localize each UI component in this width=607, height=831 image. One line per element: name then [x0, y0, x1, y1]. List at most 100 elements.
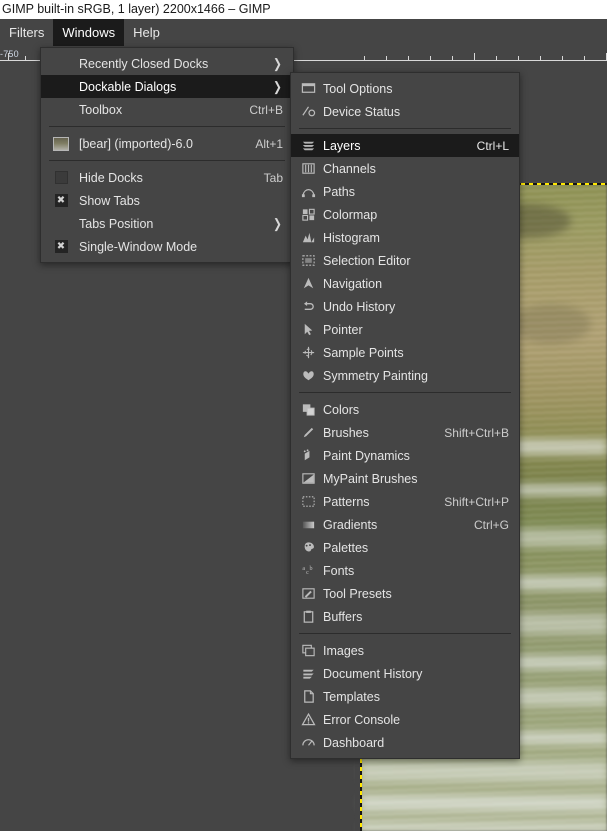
menu-item-palettes[interactable]: Palettes	[291, 536, 519, 559]
menu-item-pointer[interactable]: Pointer	[291, 318, 519, 341]
menu-item-shortcut: Ctrl+G	[474, 518, 509, 532]
dockable-dialogs-menu[interactable]: Tool Options Device Status LayersCtrl+LCha…	[290, 72, 520, 759]
submenu-arrow-icon: ❯	[273, 80, 282, 93]
windows-menu[interactable]: Recently Closed Docks❯Dockable Dialogs❯T…	[40, 47, 294, 263]
menu-item-label: Error Console	[323, 713, 509, 727]
menu-separator	[299, 128, 511, 129]
menu-item-device-status[interactable]: Device Status	[291, 100, 519, 123]
menu-item-dashboard[interactable]: Dashboard	[291, 731, 519, 754]
menu-item-label: Symmetry Painting	[323, 369, 509, 383]
menu-item-sample-points[interactable]: Sample Points	[291, 341, 519, 364]
menu-item-label: Brushes	[323, 426, 426, 440]
menu-item-tool-presets[interactable]: Tool Presets	[291, 582, 519, 605]
menu-item-label: Device Status	[323, 105, 509, 119]
menu-item-error-console[interactable]: Error Console	[291, 708, 519, 731]
menu-item-histogram[interactable]: Histogram	[291, 226, 519, 249]
menu-item-gradients[interactable]: GradientsCtrl+G	[291, 513, 519, 536]
document-history-icon	[301, 666, 316, 681]
menu-item-selection-editor[interactable]: Selection Editor	[291, 249, 519, 272]
menu-item-paths[interactable]: Paths	[291, 180, 519, 203]
templates-icon	[301, 689, 316, 704]
menu-item-colormap[interactable]: Colormap	[291, 203, 519, 226]
submenu-arrow-icon: ❯	[273, 217, 282, 230]
menu-item-colors[interactable]: Colors	[291, 398, 519, 421]
menu-item-label: MyPaint Brushes	[323, 472, 509, 486]
image-thumbnail-icon	[53, 137, 69, 151]
menu-separator	[299, 392, 511, 393]
images-icon	[301, 643, 316, 658]
checkbox-unchecked-icon[interactable]	[55, 171, 68, 184]
menu-item-label: Dashboard	[323, 736, 509, 750]
histogram-icon	[301, 230, 316, 245]
menu-item-shortcut: Shift+Ctrl+B	[444, 426, 509, 440]
brushes-icon	[301, 425, 316, 440]
checkbox-checked-icon[interactable]: ✖	[55, 194, 68, 207]
menu-item-label: Recently Closed Docks	[79, 57, 258, 71]
channels-icon	[301, 161, 316, 176]
menu-item-undo-history[interactable]: Undo History	[291, 295, 519, 318]
menu-item-show-tabs[interactable]: ✖ Show Tabs	[41, 189, 293, 212]
menu-item-patterns[interactable]: Patterns Shift+Ctrl+P	[291, 490, 519, 513]
menu-item-tool-options[interactable]: Tool Options	[291, 77, 519, 100]
menu-item-fonts[interactable]: acb Fonts	[291, 559, 519, 582]
menu-item-label: Show Tabs	[79, 194, 283, 208]
sample-points-icon	[301, 345, 316, 360]
colormap-icon	[301, 207, 316, 222]
menu-item-shortcut: Shift+Ctrl+P	[444, 495, 509, 509]
menu-item-label: Sample Points	[323, 346, 509, 360]
menu-item-label: Templates	[323, 690, 509, 704]
menu-item-label: Pointer	[323, 323, 509, 337]
menu-item-single-window-mode[interactable]: ✖Single-Window Mode	[41, 235, 293, 258]
error-console-icon	[301, 712, 316, 727]
menu-item-tabs-position[interactable]: Tabs Position ❯	[41, 212, 293, 235]
menubar-item-help[interactable]: Help	[124, 19, 169, 46]
menu-item-hide-docks[interactable]: Hide Docks Tab	[41, 166, 293, 189]
menu-item-templates[interactable]: Templates	[291, 685, 519, 708]
gimp-window: GIMP built-in sRGB, 1 layer) 2200x1466 –…	[0, 0, 607, 831]
menu-item-label: Undo History	[323, 300, 509, 314]
menu-item-label: Paint Dynamics	[323, 449, 509, 463]
menu-bar[interactable]: Filters Windows Help	[0, 19, 607, 46]
menu-item-label: Palettes	[323, 541, 509, 555]
svg-text:b: b	[309, 566, 312, 572]
menu-item-label: Tool Options	[323, 82, 509, 96]
menu-item-channels[interactable]: Channels	[291, 157, 519, 180]
menu-item-dockable-dialogs[interactable]: Dockable Dialogs❯	[41, 75, 293, 98]
menu-item-brushes[interactable]: Brushes Shift+Ctrl+B	[291, 421, 519, 444]
menu-item-label: Patterns	[323, 495, 426, 509]
menu-item-document-history[interactable]: Document History	[291, 662, 519, 685]
menu-item-label: Layers	[323, 139, 459, 153]
menu-item-label: Buffers	[323, 610, 509, 624]
menu-item-label: Fonts	[323, 564, 509, 578]
menu-item-shortcut: Alt+1	[255, 137, 283, 151]
menu-item-recently-closed-docks[interactable]: Recently Closed Docks ❯	[41, 52, 293, 75]
menu-item-shortcut: Ctrl+B	[249, 103, 283, 117]
menu-item-layers[interactable]: LayersCtrl+L	[291, 134, 519, 157]
menu-item-mypaint-brushes[interactable]: MyPaint Brushes	[291, 467, 519, 490]
submenu-arrow-icon: ❯	[273, 57, 282, 70]
menu-item-label: Selection Editor	[323, 254, 509, 268]
fonts-icon: acb	[301, 563, 316, 578]
layers-icon	[301, 138, 316, 153]
menu-item-label: Histogram	[323, 231, 509, 245]
tool-options-icon	[301, 81, 316, 96]
menubar-item-filters[interactable]: Filters	[0, 19, 53, 46]
menu-item-label: Hide Docks	[79, 171, 246, 185]
menu-item-symmetry-painting[interactable]: Symmetry Painting	[291, 364, 519, 387]
menu-item-paint-dynamics[interactable]: Paint Dynamics	[291, 444, 519, 467]
checkbox-checked-icon[interactable]: ✖	[55, 240, 68, 253]
menu-item-shortcut: Tab	[264, 171, 283, 185]
selection-editor-icon	[301, 253, 316, 268]
menu-separator	[49, 126, 285, 127]
menu-item-label: Tabs Position	[79, 217, 258, 231]
tool-presets-icon	[301, 586, 316, 601]
menubar-item-windows[interactable]: Windows	[53, 19, 124, 46]
menu-item-label: Document History	[323, 667, 509, 681]
menu-separator	[49, 160, 285, 161]
menu-item-images[interactable]: Images	[291, 639, 519, 662]
menu-item-navigation[interactable]: Navigation	[291, 272, 519, 295]
menu-item-toolbox[interactable]: ToolboxCtrl+B	[41, 98, 293, 121]
menu-item-bear-imported-6-0[interactable]: [bear] (imported)-6.0Alt+1	[41, 132, 293, 155]
symmetry-painting-icon	[301, 368, 316, 383]
menu-item-buffers[interactable]: Buffers	[291, 605, 519, 628]
